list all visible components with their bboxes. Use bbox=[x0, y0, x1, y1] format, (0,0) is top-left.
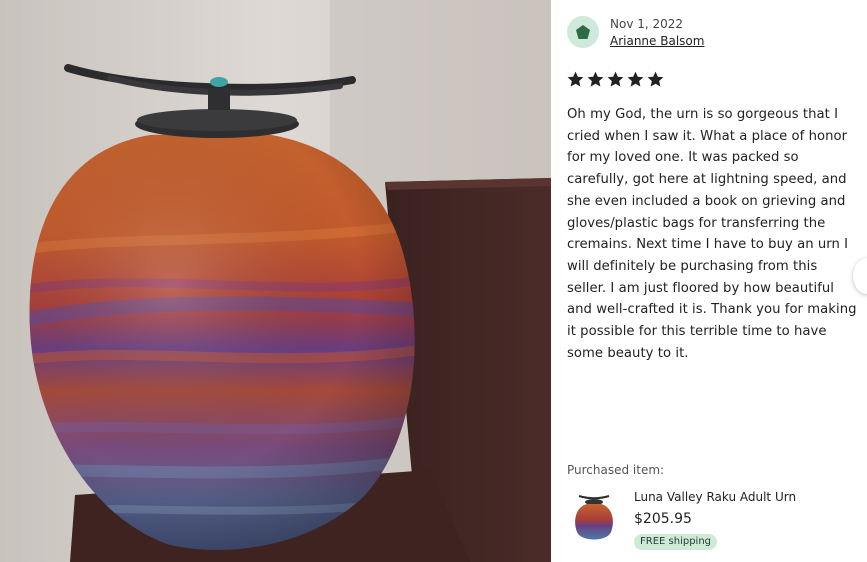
review-date: Nov 1, 2022 bbox=[610, 17, 684, 31]
star-icon bbox=[627, 71, 644, 87]
purchased-item-thumbnail[interactable] bbox=[571, 492, 617, 544]
purchased-item-price: $205.95 bbox=[634, 511, 692, 527]
reviewer-avatar[interactable] bbox=[567, 16, 599, 48]
review-text: Oh my God, the urn is so gorgeous that I… bbox=[567, 107, 857, 361]
purchased-item-title-link[interactable]: Luna Valley Raku Adult Urn bbox=[634, 490, 796, 504]
reviewer-name-link[interactable]: Arianne Balsom bbox=[610, 34, 704, 48]
star-icon bbox=[567, 71, 584, 87]
pentagon-avatar-icon bbox=[576, 25, 590, 39]
star-icon bbox=[647, 71, 664, 87]
review-photo[interactable] bbox=[0, 0, 551, 562]
review-panel: Nov 1, 2022 Arianne Balsom Oh my God, th… bbox=[551, 0, 867, 562]
star-icon bbox=[607, 71, 624, 87]
purchased-item-label: Purchased item: bbox=[567, 463, 665, 477]
star-rating bbox=[566, 70, 665, 89]
urn-photo-image bbox=[0, 0, 551, 562]
free-shipping-badge: FREE shipping bbox=[634, 534, 718, 550]
urn-thumbnail-image bbox=[575, 495, 613, 540]
star-icon bbox=[587, 71, 604, 87]
